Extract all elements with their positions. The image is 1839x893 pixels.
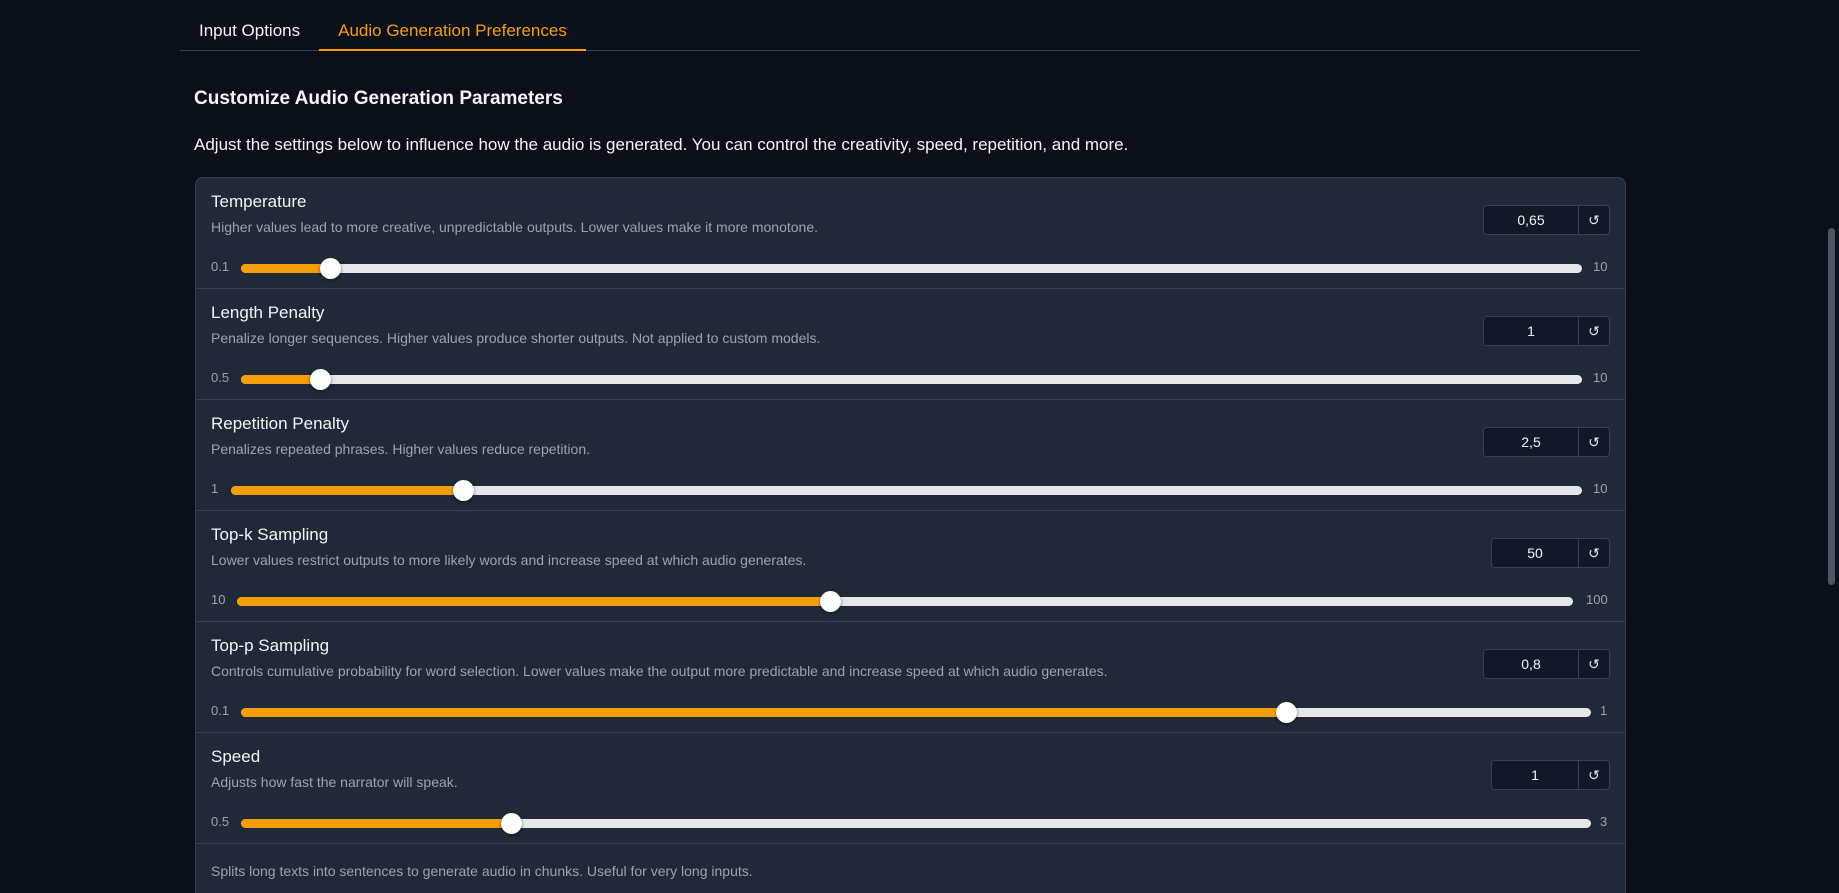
- top-k-slider-fill: [237, 597, 831, 606]
- repetition-penalty-slider-thumb[interactable]: [453, 480, 475, 501]
- app-page: Input Options Audio Generation Preferenc…: [0, 0, 1839, 893]
- section-title: Customize Audio Generation Parameters: [194, 88, 563, 109]
- repetition-penalty-reset-button[interactable]: ↺: [1579, 428, 1609, 456]
- top-p-row: Top-p Sampling Controls cumulative proba…: [196, 622, 1625, 733]
- temperature-max: 10: [1593, 259, 1608, 274]
- top-p-slider[interactable]: [241, 702, 1591, 723]
- length-penalty-slider[interactable]: [241, 369, 1582, 390]
- top-k-min: 10: [211, 592, 226, 607]
- temperature-min: 0.1: [211, 259, 230, 274]
- tab-bar: Input Options Audio Generation Preferenc…: [180, 0, 1640, 51]
- reset-icon: ↺: [1588, 655, 1600, 672]
- top-p-label: Top-p Sampling: [211, 636, 330, 655]
- top-p-max: 1: [1600, 703, 1608, 718]
- scrollbar-thumb[interactable]: [1828, 228, 1835, 585]
- top-k-slider-thumb[interactable]: [820, 591, 842, 612]
- section-description: Adjust the settings below to influence h…: [194, 135, 1129, 154]
- temperature-input[interactable]: [1484, 206, 1579, 234]
- top-p-slider-thumb[interactable]: [1275, 702, 1297, 723]
- repetition-penalty-info: Penalizes repeated phrases. Higher value…: [211, 441, 591, 457]
- speed-label: Speed: [211, 747, 261, 766]
- top-k-number-field: ↺: [1491, 538, 1610, 568]
- top-p-info: Controls cumulative probability for word…: [211, 663, 1108, 679]
- tab-audio-generation-preferences[interactable]: Audio Generation Preferences: [319, 0, 586, 51]
- temperature-row: Temperature Higher values lead to more c…: [196, 178, 1625, 289]
- page-scrollbar[interactable]: [1824, 0, 1839, 893]
- top-p-slider-fill: [241, 708, 1286, 717]
- temperature-label: Temperature: [211, 192, 307, 211]
- length-penalty-input[interactable]: [1484, 317, 1579, 345]
- repetition-penalty-slider[interactable]: [231, 480, 1582, 501]
- length-penalty-reset-button[interactable]: ↺: [1579, 317, 1609, 345]
- reset-icon: ↺: [1588, 322, 1600, 339]
- top-k-row: Top-k Sampling Lower values restrict out…: [196, 511, 1625, 622]
- reset-icon: ↺: [1588, 211, 1600, 228]
- reset-icon: ↺: [1588, 766, 1600, 783]
- speed-min: 0.5: [211, 814, 230, 829]
- split-sentences-info: Splits long texts into sentences to gene…: [211, 863, 753, 879]
- top-k-reset-button[interactable]: ↺: [1579, 539, 1609, 567]
- speed-row: Speed Adjusts how fast the narrator will…: [196, 733, 1625, 844]
- repetition-penalty-number-field: ↺: [1483, 427, 1610, 457]
- length-penalty-info: Penalize longer sequences. Higher values…: [211, 330, 821, 346]
- length-penalty-label: Length Penalty: [211, 303, 325, 322]
- top-p-input[interactable]: [1484, 650, 1579, 678]
- length-penalty-slider-thumb[interactable]: [310, 369, 332, 390]
- top-k-slider[interactable]: [237, 591, 1573, 612]
- speed-slider-fill: [241, 819, 511, 828]
- temperature-slider-thumb[interactable]: [319, 258, 341, 279]
- temperature-slider[interactable]: [241, 258, 1582, 279]
- tab-input-options[interactable]: Input Options: [180, 0, 319, 50]
- speed-max: 3: [1600, 814, 1608, 829]
- length-penalty-slider-fill: [241, 375, 321, 384]
- repetition-penalty-max: 10: [1593, 481, 1608, 496]
- top-p-number-field: ↺: [1483, 649, 1610, 679]
- repetition-penalty-input[interactable]: [1484, 428, 1579, 456]
- top-p-reset-button[interactable]: ↺: [1579, 650, 1609, 678]
- length-penalty-row: Length Penalty Penalize longer sequences…: [196, 289, 1625, 400]
- length-penalty-number-field: ↺: [1483, 316, 1610, 346]
- temperature-info: Higher values lead to more creative, unp…: [211, 219, 818, 235]
- temperature-reset-button[interactable]: ↺: [1579, 206, 1609, 234]
- temperature-slider-fill: [241, 264, 330, 273]
- temperature-number-field: ↺: [1483, 205, 1610, 235]
- speed-number-field: ↺: [1491, 760, 1610, 790]
- reset-icon: ↺: [1588, 544, 1600, 561]
- length-penalty-min: 0.5: [211, 370, 230, 385]
- speed-slider-thumb[interactable]: [501, 813, 522, 834]
- speed-slider[interactable]: [241, 813, 1591, 834]
- top-k-info: Lower values restrict outputs to more li…: [211, 552, 807, 568]
- top-p-min: 0.1: [211, 703, 230, 718]
- top-k-label: Top-k Sampling: [211, 525, 329, 544]
- top-k-input[interactable]: [1492, 539, 1579, 567]
- repetition-penalty-slider-fill: [231, 486, 464, 495]
- speed-input[interactable]: [1492, 761, 1579, 789]
- reset-icon: ↺: [1588, 433, 1600, 450]
- top-k-max: 100: [1586, 592, 1608, 607]
- repetition-penalty-min: 1: [211, 481, 219, 496]
- length-penalty-max: 10: [1593, 370, 1608, 385]
- parameters-panel: Temperature Higher values lead to more c…: [195, 177, 1626, 893]
- repetition-penalty-row: Repetition Penalty Penalizes repeated ph…: [196, 400, 1625, 511]
- repetition-penalty-label: Repetition Penalty: [211, 414, 349, 433]
- speed-info: Adjusts how fast the narrator will speak…: [211, 774, 458, 790]
- speed-reset-button[interactable]: ↺: [1579, 761, 1609, 789]
